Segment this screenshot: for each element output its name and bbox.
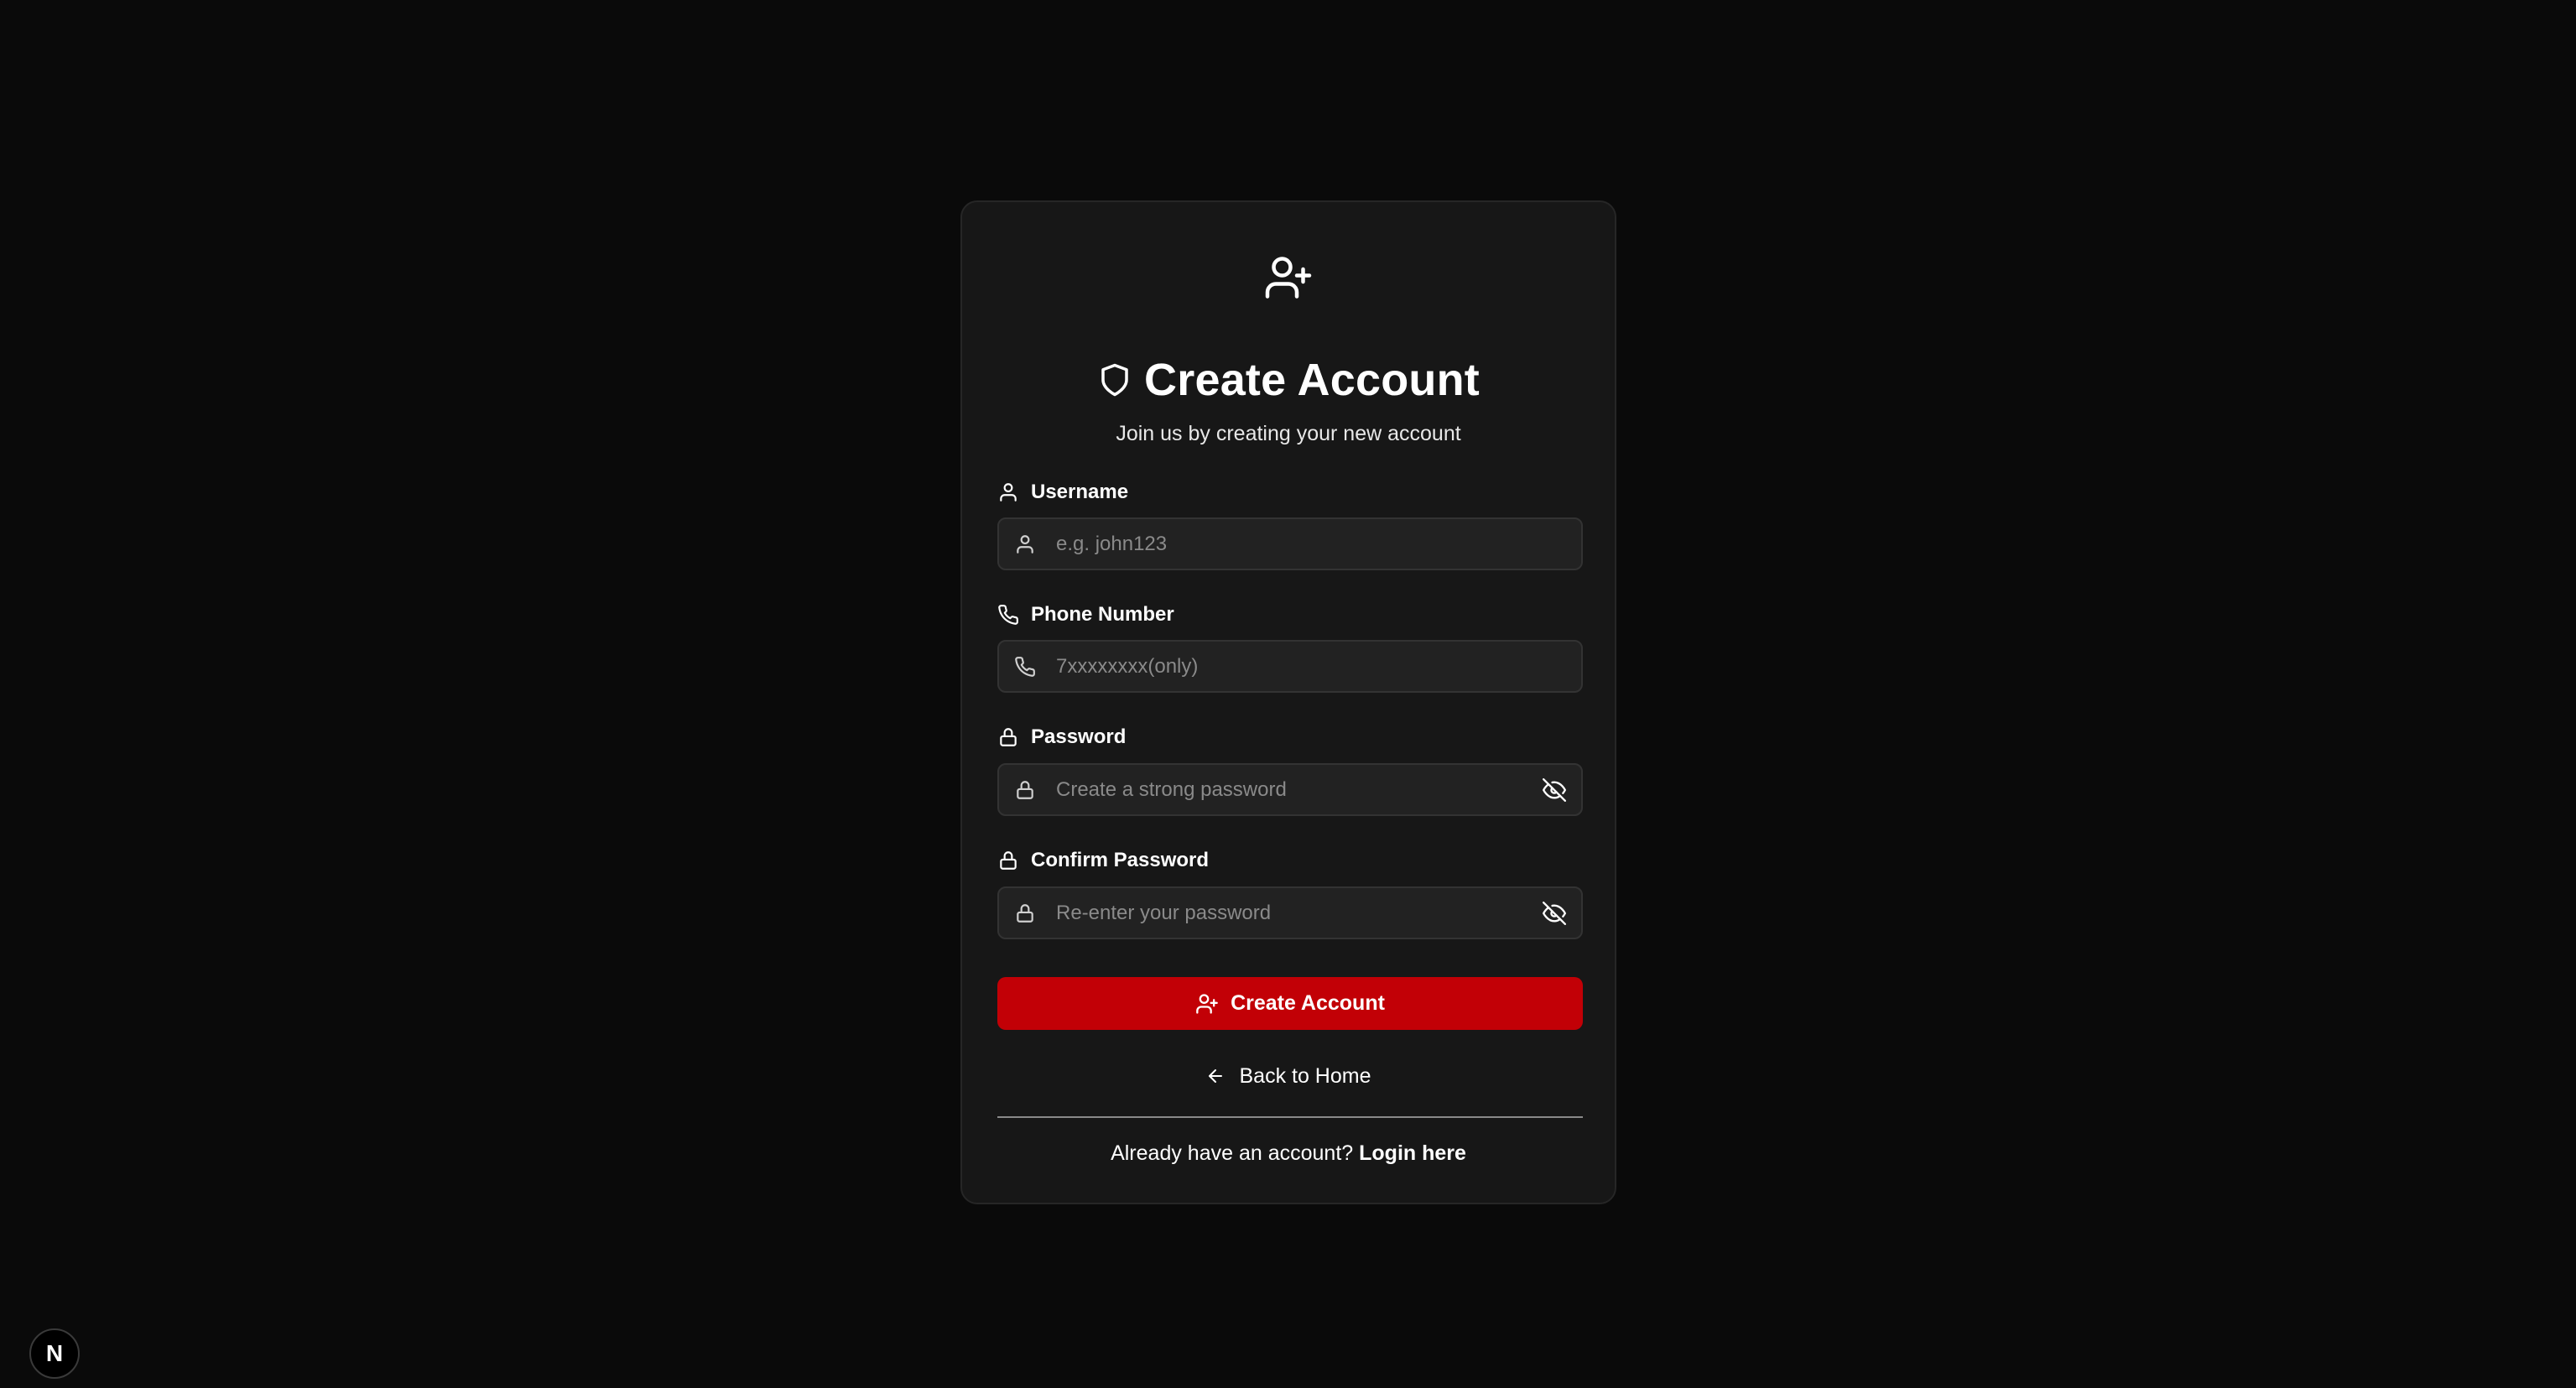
eye-off-icon[interactable]: [1543, 902, 1566, 925]
eye-off-icon[interactable]: [1543, 778, 1566, 802]
page-title-row: Create Account: [962, 350, 1615, 410]
user-icon: [1017, 535, 1033, 554]
arrow-left-icon: [1209, 1069, 1223, 1083]
password-field: [997, 763, 1583, 816]
phone-icon: [998, 605, 1018, 625]
nextjs-dev-badge[interactable]: N: [29, 1328, 80, 1379]
password-input[interactable]: [1056, 765, 1526, 814]
confirm-password-label-row: Confirm Password: [997, 845, 1209, 876]
phone-field: [997, 640, 1583, 693]
password-label-row: Password: [997, 722, 1126, 752]
user-plus-icon: [1196, 993, 1218, 1014]
signup-card: Create Account Join us by creating your …: [960, 200, 1616, 1204]
nextjs-badge-letter: N: [45, 1340, 64, 1366]
login-prompt-text: Already have an account?: [1111, 1141, 1354, 1165]
user-plus-icon: [1265, 257, 1312, 299]
username-label-row: Username: [997, 477, 1128, 507]
lock-icon: [1017, 781, 1033, 799]
phone-icon: [1015, 657, 1035, 677]
username-label: Username: [1031, 481, 1129, 503]
lock-icon: [1000, 728, 1017, 746]
page-title: Create Account: [1144, 355, 1480, 405]
shield-icon: [1101, 363, 1128, 397]
lock-icon: [1000, 851, 1017, 870]
user-icon: [1000, 483, 1017, 502]
page: Create Account Join us by creating your …: [0, 0, 2576, 1388]
phone-label-row: Phone Number: [997, 600, 1174, 630]
phone-label: Phone Number: [1031, 603, 1174, 626]
create-account-button-label: Create Account: [1231, 991, 1385, 1015]
back-to-home-link[interactable]: Back to Home: [962, 1061, 1615, 1091]
lock-icon: [1017, 904, 1033, 923]
username-input[interactable]: [1056, 519, 1526, 569]
confirm-password-label: Confirm Password: [1031, 849, 1210, 871]
create-account-button[interactable]: Create Account: [997, 977, 1583, 1030]
divider: [997, 1116, 1583, 1118]
login-prompt-row: Already have an account? Login here: [962, 1138, 1615, 1168]
password-label: Password: [1031, 725, 1127, 748]
phone-input[interactable]: [1056, 642, 1526, 691]
page-subtitle: Join us by creating your new account: [1116, 422, 1461, 445]
username-field: [997, 517, 1583, 570]
login-link[interactable]: Login here: [1359, 1141, 1466, 1165]
confirm-password-input[interactable]: [1056, 888, 1526, 938]
confirm-password-field: [997, 886, 1583, 939]
back-to-home-label: Back to Home: [1239, 1063, 1371, 1088]
